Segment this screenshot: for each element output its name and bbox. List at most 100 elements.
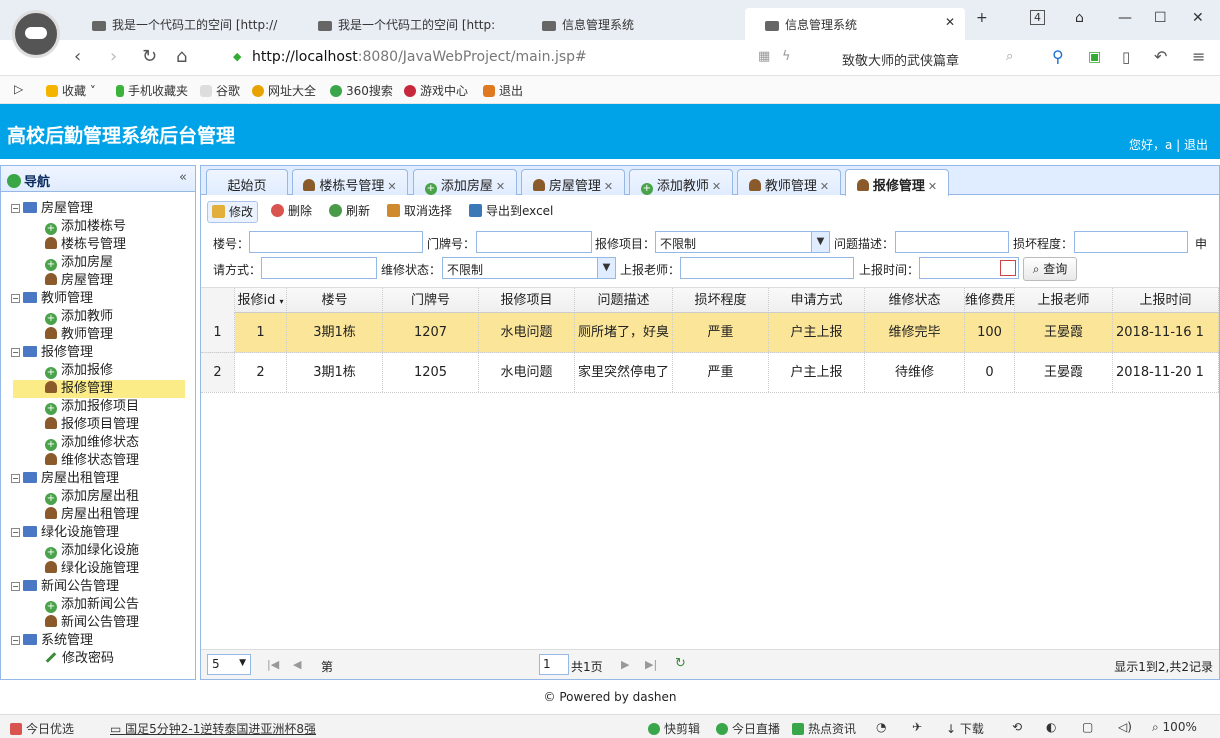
new-tab-button[interactable]: + [976,10,988,26]
tab-count-badge[interactable]: 4 [1030,10,1045,25]
collapse-toggle-icon[interactable]: − [11,474,20,483]
shirt-icon[interactable]: ⌂ [1075,10,1084,26]
teacher-input[interactable] [680,257,854,279]
today-live[interactable]: 今日直播 [716,720,780,737]
tab-building-manage[interactable]: 楼栋号管理 ✕ [292,169,408,195]
reload-icon[interactable]: ↻ [142,46,157,67]
nav-item-add-building[interactable]: + 添加楼栋号 [11,218,195,236]
calendar-icon[interactable] [1000,260,1016,276]
bookmark-exit[interactable]: 退出 [483,82,523,99]
nav-item-add-repair[interactable]: + 添加报修 [11,362,195,380]
speed-icon[interactable]: ◔ [876,720,886,734]
search-icon[interactable]: ⌕ [1006,49,1013,64]
close-window-icon[interactable]: ✕ [1192,10,1204,26]
download-button[interactable]: ↓ 下载 [946,720,984,737]
browser-tab-2[interactable]: 我是一个代码工的空间 [http: [298,8,518,40]
nav-item-add-repair-item[interactable]: + 添加报修项目 [11,398,195,416]
apply-input[interactable] [261,257,377,279]
menu-icon[interactable]: ≡ [1192,47,1205,66]
qr-icon[interactable]: ▦ [758,49,770,64]
table-row[interactable]: 2 2 3期1栋 1205 水电问题 家里突然停电了 严重 户主上报 待维修 0… [201,353,1219,393]
column-header[interactable]: 报修id ▾ [235,288,287,313]
edit-button[interactable]: 修改 [207,201,259,223]
tab-repair-manage[interactable]: 报修管理 ✕ [845,169,949,196]
bookmark-mobile[interactable]: 手机收藏夹 [116,82,188,99]
nav-group-rent[interactable]: − 房屋出租管理 [11,470,195,488]
chevron-down-icon[interactable]: ▼ [811,232,829,252]
column-header[interactable]: 上报时间 [1113,288,1219,313]
collapse-toggle-icon[interactable]: − [11,348,20,357]
collapse-toggle-icon[interactable]: − [11,582,20,591]
refresh-button[interactable]: 刷新 [325,201,374,223]
home-icon[interactable]: ⌂ [176,46,187,67]
bookmark-360-search[interactable]: 360搜索 [330,82,393,99]
tab-house-manage[interactable]: 房屋管理 ✕ [521,169,625,195]
hot-news[interactable]: 热点资讯 [792,720,856,737]
nav-item-building-manage[interactable]: 楼栋号管理 [11,236,195,254]
tab-close-icon[interactable]: ✕ [820,180,829,193]
nav-item-green-manage[interactable]: 绿化设施管理 [11,560,195,578]
today-pick[interactable]: 今日优选 [10,720,74,737]
nav-item-add-repair-status[interactable]: + 添加维修状态 [11,434,195,452]
nav-item-add-house[interactable]: + 添加房屋 [11,254,195,272]
column-header[interactable]: 维修费用 [965,288,1015,313]
user-logout-link[interactable]: 您好，a | 退出 [1129,136,1208,153]
undo-icon[interactable]: ↶ [1154,47,1167,66]
chevron-down-icon[interactable]: ▼ [597,258,615,278]
prev-page-icon[interactable]: ◀ [293,658,301,671]
window-icon[interactable]: ▢ [1082,720,1093,734]
next-page-icon[interactable]: ▶ [621,658,629,671]
nav-item-repair-status-manage[interactable]: 维修状态管理 [11,452,195,470]
minimize-icon[interactable]: — [1118,10,1132,26]
time-input[interactable] [919,257,1019,279]
column-header[interactable]: 门牌号 [383,288,479,313]
query-button[interactable]: ⌕ 查询 [1023,257,1077,281]
page-number-input[interactable]: 1 [539,654,569,675]
flash-icon[interactable]: ϟ [782,49,791,64]
collapse-toggle-icon[interactable]: − [11,528,20,537]
column-header[interactable]: 问题描述 [575,288,673,313]
tab-teacher-manage[interactable]: 教师管理 ✕ [737,169,841,195]
damage-input[interactable] [1074,231,1188,253]
page-size-select[interactable]: 5 ▼ [207,654,251,675]
nav-group-news[interactable]: − 新闻公告管理 [11,578,195,596]
repair-item-select[interactable]: 不限制 ▼ [655,231,830,253]
door-input[interactable] [476,231,592,253]
pin-icon[interactable]: ✈ [912,720,922,734]
nav-group-system[interactable]: − 系统管理 [11,632,195,650]
tab-close-icon[interactable]: ✕ [387,180,396,193]
bookmark-favorites[interactable]: 收藏 ˅ [46,82,96,99]
table-row[interactable]: 1 1 3期1栋 1207 水电问题 厕所堵了，好臭 严重 户主上报 维修完毕 … [201,313,1219,353]
reader-icon[interactable]: ▯ [1122,48,1130,66]
tab-close-icon[interactable]: ✕ [928,180,937,193]
tab-close-icon[interactable]: ✕ [945,15,955,29]
tab-add-teacher[interactable]: + 添加教师 ✕ [629,169,733,195]
nav-item-repair-manage[interactable]: 报修管理 [13,380,185,398]
delete-button[interactable]: 删除 [267,201,316,223]
search-engine-icon[interactable]: ⚲ [1052,47,1064,66]
nav-item-news-manage[interactable]: 新闻公告管理 [11,614,195,632]
browser-icon[interactable]: ◐ [1046,720,1056,734]
url-field[interactable]: http://localhost:8080/JavaWebProject/mai… [252,49,587,65]
desc-input[interactable] [895,231,1009,253]
maximize-icon[interactable]: ☐ [1154,10,1167,26]
nav-item-add-green[interactable]: + 添加绿化设施 [11,542,195,560]
nav-item-add-rent[interactable]: + 添加房屋出租 [11,488,195,506]
column-header[interactable]: 申请方式 [769,288,865,313]
nav-group-repair[interactable]: − 报修管理 [11,344,195,362]
nav-item-add-teacher[interactable]: + 添加教师 [11,308,195,326]
column-header[interactable]: 报修项目 [479,288,575,313]
column-header[interactable]: 损坏程度 [673,288,769,313]
browser-tab-active[interactable]: 信息管理系统 ✕ [745,8,965,40]
sync-icon[interactable]: ⟲ [1012,720,1022,734]
nav-group-green[interactable]: − 绿化设施管理 [11,524,195,542]
collapse-toggle-icon[interactable]: − [11,636,20,645]
quick-edit[interactable]: 快剪辑 [648,720,700,737]
apps-icon[interactable]: ▣ [1088,49,1101,65]
nav-item-add-news[interactable]: + 添加新闻公告 [11,596,195,614]
cancel-select-button[interactable]: 取消选择 [383,201,456,223]
collapse-toggle-icon[interactable]: − [11,204,20,213]
column-header[interactable]: 楼号 [287,288,383,313]
tab-close-icon[interactable]: ✕ [712,180,721,193]
column-header[interactable]: 维修状态 [865,288,965,313]
